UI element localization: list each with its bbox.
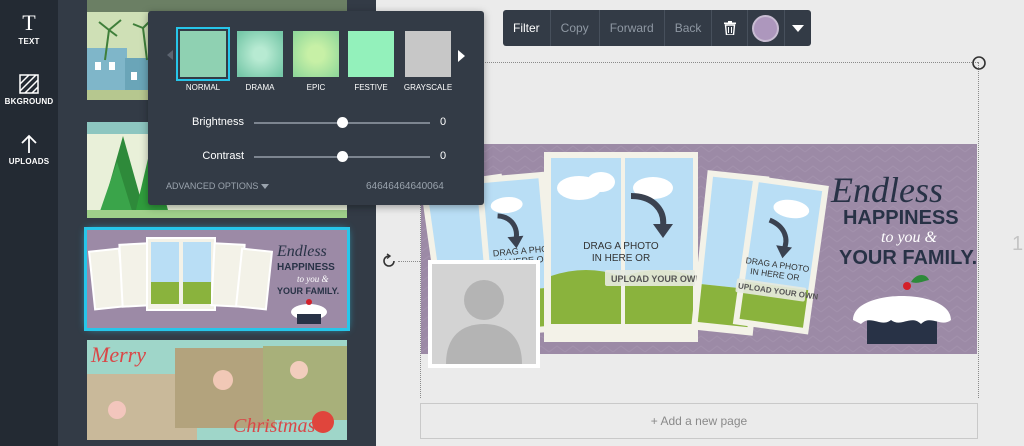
template-thumb-merry-christmas[interactable]: Merry Christmas	[87, 340, 347, 440]
canvas-guide-top	[420, 62, 978, 63]
rail-item-background-label: BKGROUND	[4, 97, 54, 106]
color-picker-button[interactable]	[748, 10, 785, 46]
drag-photo-center-line2: IN HERE OR	[592, 253, 650, 264]
canvas-guide-right	[978, 62, 979, 398]
thumb-family-text: YOUR FAMILY.	[277, 286, 339, 296]
filter-button[interactable]: Filter	[503, 10, 551, 46]
caret-down-icon	[261, 184, 270, 190]
chevron-down-icon	[791, 24, 804, 32]
rotate-handle-top-icon[interactable]	[971, 55, 987, 71]
forward-button[interactable]: Forward	[600, 10, 665, 46]
brightness-slider-handle[interactable]	[336, 117, 348, 128]
copy-button[interactable]: Copy	[551, 10, 600, 46]
brightness-label: Brightness	[192, 116, 244, 128]
filter-swatch-normal[interactable]	[176, 27, 230, 81]
more-options-button[interactable]	[785, 10, 811, 46]
filter-label-epic: EPIC	[306, 83, 326, 92]
contrast-slider-handle[interactable]	[336, 151, 348, 162]
filter-label-drama: DRAMA	[245, 83, 275, 92]
merry-christmas-thumb: Merry Christmas	[87, 340, 347, 440]
filter-label-grayscale: GRAYSCALE	[403, 83, 453, 92]
filter-swatch-drama[interactable]	[237, 31, 283, 77]
filter-swatch-festive[interactable]	[348, 31, 394, 77]
endless-title: Endless	[830, 170, 943, 210]
rail-item-uploads[interactable]: UPLOADS	[0, 134, 58, 166]
rail-item-background[interactable]: BKGROUND	[0, 74, 58, 106]
thumb-endless-text: Endless	[276, 243, 327, 260]
chevron-right-icon[interactable]	[458, 50, 465, 62]
add-new-page-button[interactable]: + Add a new page	[420, 403, 978, 439]
brightness-value: 0	[440, 116, 447, 128]
user-silhouette-icon	[432, 264, 536, 364]
thumb-to-you-text: to you &	[297, 274, 329, 284]
thumb-happiness-text: HAPPINESS	[277, 262, 335, 273]
filter-label-normal: NORMAL	[185, 83, 221, 92]
left-rail: T TEXT BKGROUND UPLOADS	[0, 0, 58, 446]
contrast-value: 0	[440, 150, 447, 162]
rail-item-text[interactable]: T TEXT	[0, 10, 58, 47]
color-swatch	[752, 14, 780, 42]
background-icon	[0, 74, 58, 94]
drag-photo-center-line1: DRAG A PHOTO	[583, 241, 659, 252]
trash-icon	[723, 21, 736, 35]
advanced-options-label: ADVANCED OPTIONS	[166, 181, 259, 191]
filter-popup: NORMAL DRAMA EPIC FESTIVE GRAYSCALE Brig…	[148, 11, 484, 205]
happiness-title: HAPPINESS	[843, 207, 959, 229]
thumb-christmas-text: Christmas	[233, 415, 315, 437]
rail-item-uploads-label: UPLOADS	[8, 157, 50, 166]
placeholder-photo-frame[interactable]	[428, 260, 540, 368]
upload-your-own-center: UPLOAD YOUR OWN	[611, 274, 702, 284]
rotate-handle-left-icon[interactable]	[381, 253, 397, 269]
rail-item-text-label: TEXT	[18, 37, 40, 46]
filter-swatch-grayscale[interactable]	[405, 31, 451, 77]
upload-arrow-icon	[0, 134, 58, 154]
element-toolbar: Filter Copy Forward Back	[503, 10, 811, 46]
delete-button[interactable]	[712, 10, 748, 46]
endless-happiness-thumb: Endless HAPPINESS to you & YOUR FAMILY.	[87, 230, 347, 328]
contrast-label: Contrast	[202, 150, 244, 162]
thumb-merry-text: Merry	[90, 342, 146, 367]
back-button[interactable]: Back	[665, 10, 713, 46]
your-family-title: YOUR FAMILY.	[839, 247, 977, 269]
canvas-guide-mid	[398, 261, 422, 262]
to-you-title: to you &	[881, 229, 938, 246]
filter-label-festive: FESTIVE	[354, 83, 388, 92]
filter-swatch-epic[interactable]	[293, 31, 339, 77]
filter-code: 64646464640064	[366, 181, 444, 192]
advanced-options-toggle[interactable]: ADVANCED OPTIONS	[166, 181, 270, 191]
page-number: 1	[1012, 233, 1024, 255]
template-thumb-endless-happiness[interactable]: Endless HAPPINESS to you & YOUR FAMILY.	[84, 227, 350, 331]
text-icon: T	[22, 10, 36, 35]
chevron-left-icon	[167, 50, 173, 60]
